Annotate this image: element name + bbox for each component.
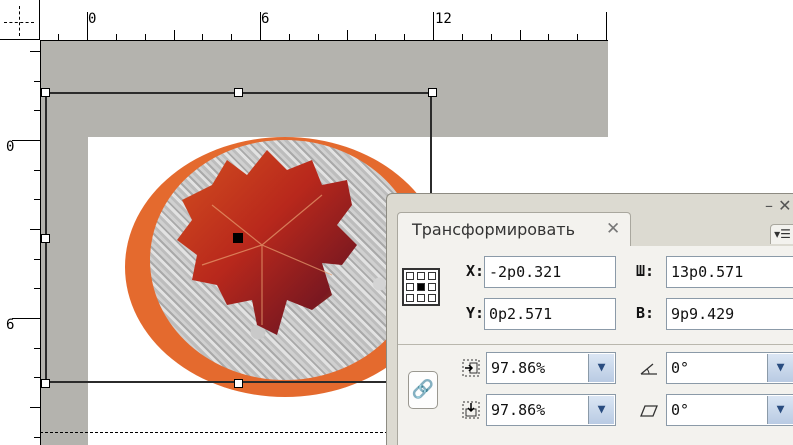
ruler-label-v0: 0 [6, 139, 15, 155]
close-icon[interactable]: ✕ [606, 219, 620, 239]
ruler-label-12: 12 [435, 11, 452, 27]
scale-y-icon [460, 400, 482, 422]
ruler-tick [289, 34, 290, 40]
ruler-tick [34, 288, 40, 289]
ruler-tick [34, 81, 40, 82]
handle-top-right[interactable] [428, 88, 437, 97]
transform-panel-body: X: -2p0.321 Y: 0p2.571 Ш: 13p0.571 В: 9p… [397, 246, 793, 445]
ruler-tick [12, 140, 40, 141]
shear-combo[interactable]: 0° ▼ [666, 394, 793, 426]
ruler-label-v6: 6 [6, 317, 15, 333]
ref-dot-br[interactable] [428, 294, 436, 302]
ref-dot-mr[interactable] [428, 283, 436, 291]
scale-y-value: 97.86% [491, 401, 546, 419]
shear-angle-icon [638, 400, 660, 422]
tab-transform-label: Трансформировать [412, 220, 576, 239]
ruler-tick [87, 12, 88, 40]
scale-x-value: 97.86% [491, 359, 546, 377]
scale-x-combo[interactable]: 97.86% ▼ [486, 352, 616, 384]
tab-transform[interactable]: Трансформировать ✕ [397, 212, 631, 246]
ruler-tick [58, 34, 59, 40]
ruler-tick [34, 377, 40, 378]
ruler-tick [174, 30, 175, 40]
handle-top-left[interactable] [41, 88, 50, 97]
ruler-tick [577, 34, 578, 40]
ruler-tick [116, 34, 117, 40]
y-label: Y: [466, 304, 485, 322]
height-label: В: [636, 304, 655, 322]
ruler-tick [375, 34, 376, 40]
vertical-ruler[interactable]: 0 6 [0, 40, 41, 445]
ruler-tick [34, 437, 40, 438]
ruler-tick [347, 30, 348, 40]
reference-point-icon[interactable] [402, 268, 440, 306]
rotate-combo[interactable]: 0° ▼ [666, 352, 793, 384]
panel-minimize-close[interactable]: – ✕ [765, 196, 792, 215]
ruler-label-0: 0 [88, 11, 97, 27]
indesign-canvas: 0 6 12 0 6 – ✕ Трансформировать ✕ ▾☰ X: … [0, 0, 793, 445]
chevron-down-icon[interactable]: ▼ [767, 354, 793, 382]
width-label: Ш: [636, 262, 655, 280]
width-field[interactable]: 13p0.571 [666, 256, 793, 288]
ruler-tick [34, 259, 40, 260]
ref-dot-tc[interactable] [417, 272, 425, 280]
height-field[interactable]: 9p9.429 [666, 298, 793, 330]
scale-y-combo[interactable]: 97.86% ▼ [486, 394, 616, 426]
ruler-tick [433, 12, 434, 40]
panel-separator [398, 344, 793, 345]
origin-crosshair-v [19, 6, 20, 36]
ref-dot-center[interactable] [417, 283, 425, 291]
handle-bottom-left[interactable] [41, 379, 50, 388]
chevron-down-icon[interactable]: ▼ [588, 354, 614, 382]
rotate-angle-icon [638, 358, 660, 380]
ref-dot-bc[interactable] [417, 294, 425, 302]
ruler-tick [548, 34, 549, 40]
ruler-tick [231, 34, 232, 40]
ruler-tick [34, 110, 40, 111]
x-label: X: [466, 262, 485, 280]
selection-center-point[interactable] [233, 233, 243, 243]
y-field[interactable]: 0p2.571 [484, 298, 616, 330]
ruler-tick [34, 170, 40, 171]
ruler-tick [30, 407, 40, 408]
transform-panel: – ✕ Трансформировать ✕ ▾☰ X: -2p0.321 Y:… [386, 193, 793, 445]
ref-dot-ml[interactable] [406, 283, 414, 291]
chevron-down-icon[interactable]: ▼ [767, 396, 793, 424]
chevron-down-icon[interactable]: ▼ [588, 396, 614, 424]
ruler-origin-corner[interactable] [0, 0, 40, 40]
ref-dot-bl[interactable] [406, 294, 414, 302]
ref-dot-tr[interactable] [428, 272, 436, 280]
ruler-tick [202, 34, 203, 40]
ruler-tick [30, 229, 40, 230]
rotate-value: 0° [671, 359, 690, 377]
horizontal-ruler[interactable]: 0 6 12 [40, 0, 608, 41]
x-field[interactable]: -2p0.321 [484, 256, 616, 288]
ruler-tick [520, 30, 521, 40]
ruler-tick [606, 12, 607, 40]
handle-bottom-center[interactable] [234, 379, 243, 388]
constrain-proportions-icon[interactable]: 🔗 [408, 371, 438, 409]
ruler-tick [491, 34, 492, 40]
ref-dot-tl[interactable] [406, 272, 414, 280]
ruler-tick [318, 34, 319, 40]
handle-middle-left[interactable] [41, 234, 50, 243]
handle-top-center[interactable] [234, 88, 243, 97]
ruler-tick [404, 34, 405, 40]
panel-menu-icon[interactable]: ▾☰ [770, 224, 793, 244]
ruler-tick [462, 34, 463, 40]
ruler-tick [12, 318, 40, 319]
ruler-tick [34, 348, 40, 349]
scale-x-icon [460, 358, 482, 380]
ruler-tick [34, 199, 40, 200]
ruler-tick [145, 34, 146, 40]
shear-value: 0° [671, 401, 690, 419]
ruler-tick [30, 51, 40, 52]
ruler-label-6: 6 [261, 11, 270, 27]
ruler-tick [260, 12, 261, 40]
